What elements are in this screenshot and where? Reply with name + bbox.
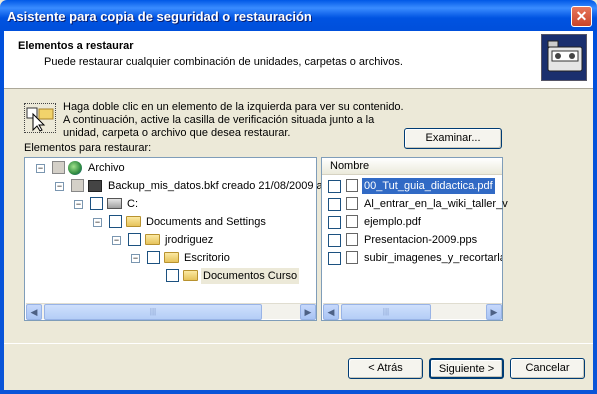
file-label: Presentacion-2009.pps [364,234,478,246]
checkbox[interactable] [52,161,65,174]
globe-icon [68,161,82,175]
backup-wizard-icon [541,34,587,81]
backup-disk-icon [88,180,102,192]
checkbox[interactable] [128,233,141,246]
file-list[interactable]: Nombre 00_Tut_guia_didactica.pdf Al_entr… [321,157,508,321]
file-row[interactable]: Al_entrar_en_la_wiki_taller_v [322,196,508,212]
tree-item-drive-c[interactable]: − C: [25,196,315,212]
folder-icon [164,252,179,263]
scroll-thumb[interactable]: ||| [44,304,262,320]
checkbox[interactable] [109,215,122,228]
folder-icon [145,234,160,245]
checkbox[interactable] [328,252,341,265]
scroll-left-button[interactable]: ◀ [26,304,42,320]
scroll-right-button[interactable]: ▶ [486,304,502,320]
column-header-name[interactable]: Nombre [322,158,502,175]
tree-item-archivo[interactable]: − Archivo [25,160,315,176]
wizard-header: Elementos a restaurar Puede restaurar cu… [4,31,593,89]
tree-item-backup[interactable]: − Backup_mis_datos.bkf creado 21/08/2009… [25,178,323,194]
file-icon [346,233,358,246]
file-row[interactable]: 00_Tut_guia_didactica.pdf [322,178,502,194]
wizard-window: Asistente para copia de seguridad o rest… [0,0,597,394]
collapse-toggle[interactable]: − [74,200,83,209]
back-button[interactable]: < Atrás [348,358,423,379]
browse-button[interactable]: Examinar... [404,128,502,149]
collapse-toggle[interactable]: − [93,218,102,227]
file-row[interactable]: Presentacion-2009.pps [322,232,502,248]
file-icon [346,251,358,264]
tree-horizontal-scrollbar[interactable]: ◀ ||| ▶ [26,303,316,320]
drive-icon [107,198,122,209]
folder-open-icon [183,270,198,281]
page-subtitle: Puede restaurar cualquier combinación de… [44,56,403,68]
checkbox[interactable] [328,234,341,247]
checkbox[interactable] [71,179,84,192]
checkbox[interactable] [328,216,341,229]
checkbox[interactable] [90,197,103,210]
window-title: Asistente para copia de seguridad o rest… [7,9,312,24]
scroll-left-button[interactable]: ◀ [323,304,339,320]
close-button[interactable]: ✕ [571,6,592,27]
tree-item-jrodriguez[interactable]: − jrodriguez [25,232,315,248]
tree-label: Documentos Curso [201,268,300,284]
files-horizontal-scrollbar[interactable]: ◀ ||| ▶ [323,303,502,320]
tree-label: Escritorio [184,252,230,264]
collapse-toggle[interactable]: − [55,182,64,191]
file-icon [346,197,358,210]
file-label: 00_Tut_guia_didactica.pdf [362,178,495,194]
file-icon [346,179,358,192]
checkbox[interactable] [328,180,341,193]
tree-item-documentos-curso[interactable]: Documentos Curso [25,268,315,284]
cancel-button[interactable]: Cancelar [510,358,585,379]
double-click-hint-icon [24,103,56,133]
tree-label: Archivo [88,162,125,174]
file-icon [346,215,358,228]
collapse-toggle[interactable]: − [131,254,140,263]
tree-item-documents-and-settings[interactable]: − Documents and Settings [25,214,315,230]
footer-divider [4,343,593,344]
scroll-thumb[interactable]: ||| [341,304,431,320]
collapse-toggle[interactable]: − [112,236,121,245]
next-button[interactable]: Siguiente > [429,358,504,379]
checkbox[interactable] [166,269,179,282]
folder-tree[interactable]: − Archivo − Backup_mis_datos.bkf creado … [24,157,323,321]
page-title: Elementos a restaurar [18,40,134,52]
tree-label: jrodriguez [165,234,214,246]
items-to-restore-label: Elementos para restaurar: [24,142,152,154]
tree-label: C: [127,198,138,210]
instructions-text: Haga doble clic en un elemento de la izq… [63,101,404,139]
checkbox[interactable] [147,251,160,264]
collapse-toggle[interactable]: − [36,164,45,173]
scroll-right-button[interactable]: ▶ [300,304,316,320]
file-label: Al_entrar_en_la_wiki_taller_v [364,198,508,210]
folder-icon [126,216,141,227]
tree-item-escritorio[interactable]: − Escritorio [25,250,315,266]
file-label: ejemplo.pdf [364,216,421,228]
file-row[interactable]: subir_imagenes_y_recortarlas [322,250,502,266]
file-row[interactable]: ejemplo.pdf [322,214,502,230]
tree-label: Documents and Settings [146,216,266,228]
tree-label: Backup_mis_datos.bkf creado 21/08/2009 a [108,180,323,192]
checkbox[interactable] [328,198,341,211]
dialog-body: Elementos a restaurar Puede restaurar cu… [4,31,593,390]
file-label: subir_imagenes_y_recortarlas [364,252,502,264]
